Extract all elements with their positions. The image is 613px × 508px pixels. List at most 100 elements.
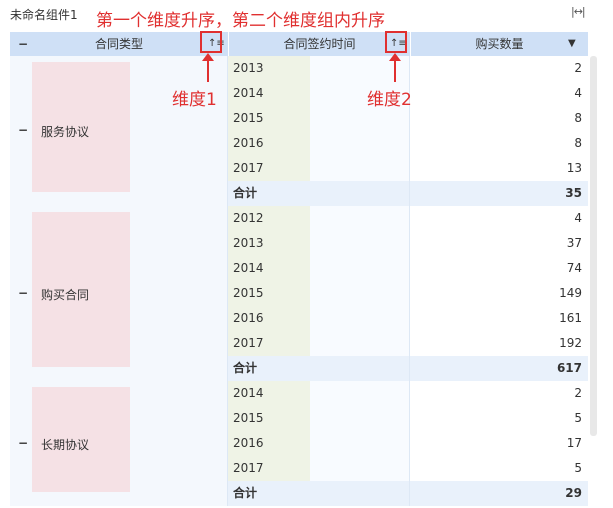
group-label-cell: − 服务协议	[10, 56, 228, 206]
highlight-box-dim2	[385, 31, 407, 53]
year-cell: 2017	[228, 456, 410, 481]
quantity-cell: 4	[410, 81, 588, 106]
year-cell: 2012	[228, 206, 410, 231]
group-name: 购买合同	[41, 287, 90, 302]
subtotal-label-cell: 合计	[228, 356, 410, 381]
subtotal-row: 合计 617	[228, 356, 588, 381]
table-row[interactable]: 2013 2	[228, 56, 588, 81]
year-value: 2014	[233, 261, 264, 275]
widget-title: 未命名组件1	[10, 8, 78, 22]
year-cell: 2017	[228, 156, 410, 181]
quantity-cell: 4	[410, 206, 588, 231]
subtotal-label-cell: 合计	[228, 481, 410, 506]
year-value: 2012	[233, 211, 264, 225]
year-cell: 2016	[228, 131, 410, 156]
table-row[interactable]: 2013 37	[228, 231, 588, 256]
year-value: 2014	[233, 86, 264, 100]
year-cell: 2016	[228, 431, 410, 456]
quantity-cell: 8	[410, 131, 588, 156]
subtotal-value: 617	[410, 356, 588, 381]
year-value: 2015	[233, 286, 264, 300]
subtotal-value: 29	[410, 481, 588, 506]
header-contract-type-label: 合同类型	[94, 37, 143, 51]
year-value: 2017	[233, 161, 264, 175]
year-value: 2017	[233, 461, 264, 475]
subtotal-label-cell: 合计	[228, 181, 410, 206]
row-group: − 购买合同 2012 4 2013 37 2014 74 2015 149 2016 161 2017…	[10, 206, 588, 381]
group-label-cell: − 长期协议	[10, 381, 228, 506]
table-row[interactable]: 2016 161	[228, 306, 588, 331]
year-value: 2016	[233, 436, 264, 450]
subtotal-row: 合计 29	[228, 481, 588, 506]
table-row[interactable]: 2014 74	[228, 256, 588, 281]
year-cell: 2014	[228, 381, 410, 406]
annotation-dim2: 维度2	[367, 90, 412, 110]
header-sign-date-label: 合同签约时间	[283, 37, 356, 51]
table-row[interactable]: 2017 5	[228, 456, 588, 481]
row-group: − 服务协议 2013 2 2014 4 2015 8 2016 8 2017 13 合计 35	[10, 56, 588, 206]
table-row[interactable]: 2015 5	[228, 406, 588, 431]
year-cell: 2013	[228, 56, 410, 81]
subtotal-label: 合计	[233, 361, 258, 375]
collapse-icon[interactable]: −	[18, 123, 28, 137]
year-cell: 2016	[228, 306, 410, 331]
table-row[interactable]: 2014 2	[228, 381, 588, 406]
vertical-scrollbar[interactable]	[590, 56, 597, 436]
quantity-cell: 8	[410, 106, 588, 131]
quantity-cell: 5	[410, 406, 588, 431]
table-row[interactable]: 2015 149	[228, 281, 588, 306]
header-sign-date[interactable]: 合同签约时间	[228, 32, 410, 56]
subtotal-value: 35	[410, 181, 588, 206]
header-quantity[interactable]: 购买数量	[410, 32, 588, 56]
quantity-cell: 37	[410, 231, 588, 256]
quantity-cell: 192	[410, 331, 588, 356]
table-row[interactable]: 2012 4	[228, 206, 588, 231]
year-cell: 2015	[228, 406, 410, 431]
group-name: 服务协议	[41, 125, 90, 139]
year-value: 2015	[233, 411, 264, 425]
year-value: 2017	[233, 336, 264, 350]
table-row[interactable]: 2016 8	[228, 131, 588, 156]
header-contract-type[interactable]: − 合同类型	[10, 32, 228, 56]
quantity-cell: 74	[410, 256, 588, 281]
highlight-box-dim1	[200, 31, 222, 53]
quantity-cell: 17	[410, 431, 588, 456]
collapse-icon[interactable]: −	[18, 286, 28, 300]
expand-icon[interactable]: |↔|	[571, 5, 586, 18]
quantity-cell: 161	[410, 306, 588, 331]
table-header: − 合同类型 ↑≡ 合同签约时间 ↑≡ 购买数量 ▼	[10, 32, 588, 56]
quantity-cell: 149	[410, 281, 588, 306]
subtotal-row: 合计 35	[228, 181, 588, 206]
quantity-cell: 2	[410, 56, 588, 81]
table-row[interactable]: 2017 13	[228, 156, 588, 181]
row-group: − 长期协议 2014 2 2015 5 2016 17 2017 5 合计 29	[10, 381, 588, 506]
pivot-table: − 合同类型 ↑≡ 合同签约时间 ↑≡ 购买数量 ▼ − 服务协议 2013 2 201…	[10, 32, 588, 508]
year-cell: 2014	[228, 256, 410, 281]
year-cell: 2015	[228, 281, 410, 306]
table-row[interactable]: 2016 17	[228, 431, 588, 456]
collapse-icon[interactable]: −	[18, 436, 28, 450]
quantity-cell: 2	[410, 381, 588, 406]
header-quantity-label: 购买数量	[475, 37, 524, 51]
year-cell: 2017	[228, 331, 410, 356]
quantity-cell: 5	[410, 456, 588, 481]
subtotal-label: 合计	[233, 186, 258, 200]
arrow-icon-dim2	[389, 53, 401, 82]
group-label-cell: − 购买合同	[10, 206, 228, 381]
table-row[interactable]: 2017 192	[228, 331, 588, 356]
year-value: 2013	[233, 236, 264, 250]
year-value: 2014	[233, 386, 264, 400]
year-cell: 2013	[228, 231, 410, 256]
collapse-all-icon[interactable]: −	[18, 32, 28, 56]
annotation-dim1: 维度1	[172, 90, 217, 110]
year-value: 2016	[233, 311, 264, 325]
table-body: − 服务协议 2013 2 2014 4 2015 8 2016 8 2017 13 合计 35− 购买合同…	[10, 56, 588, 508]
quantity-cell: 13	[410, 156, 588, 181]
year-value: 2013	[233, 61, 264, 75]
year-value: 2015	[233, 111, 264, 125]
dropdown-icon[interactable]: ▼	[568, 32, 576, 56]
year-value: 2016	[233, 136, 264, 150]
arrow-icon-dim1	[202, 53, 214, 82]
group-name: 长期协议	[41, 437, 90, 452]
annotation-sort-description: 第一个维度升序，第二个维度组内升序	[96, 11, 385, 31]
